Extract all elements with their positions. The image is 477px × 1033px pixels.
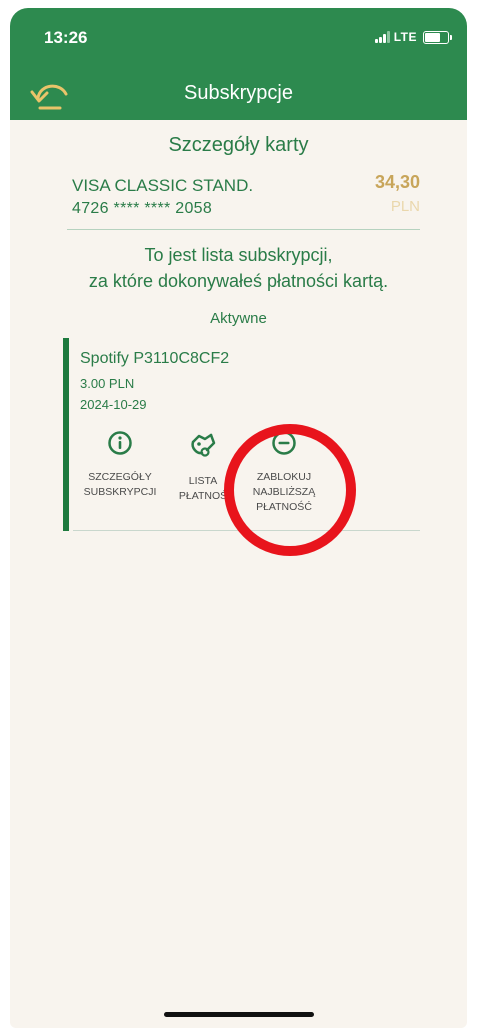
info-icon [108,431,132,455]
divider [67,229,420,230]
payment-list-button[interactable]: LISTA PŁATNOŚ [163,430,243,504]
card-currency: PLN [390,198,420,215]
block-next-payment-label: ZABLOKUJ NAJBLIŻSZĄ PŁATNOŚĆ [252,471,316,513]
card-name: VISA CLASSIC STAND. [72,176,254,195]
subscription-details-button[interactable]: SZCZEGÓŁY SUBSKRYPCJI [77,430,163,500]
network-type: LTE [393,30,417,44]
subscription-amount: 3.00 PLN [80,376,135,391]
home-indicator[interactable] [164,1012,314,1017]
payment-list-label: LISTA PŁATNOŚ [178,475,228,502]
info-line-1: To jest lista subskrypcji, [144,245,333,265]
phone-screen: 13:26 LTE Subskrypcje Szczegóły karty VI… [10,8,467,1028]
subscription-accent-bar [63,338,69,531]
block-icon [272,431,296,455]
battery-icon [423,30,452,44]
status-indicators: LTE [374,30,452,44]
subscription-name: Spotify P3110C8CF2 [80,350,230,367]
subscription-date: 2024-10-29 [80,397,147,412]
signal-icon [374,31,390,43]
active-section-label: Aktywne [210,310,267,327]
block-next-payment-button[interactable]: ZABLOKUJ NAJBLIŻSZĄ PŁATNOŚĆ [243,430,325,515]
status-time: 13:26 [44,28,88,47]
card-balance: 34,30 [374,172,420,192]
subscription-details-label: SZCZEGÓŁY SUBSKRYPCJI [83,471,157,498]
info-text: To jest lista subskrypcji, za które doko… [10,242,467,294]
page-title: Subskrypcje [184,82,293,104]
app-header: 13:26 LTE Subskrypcje [10,8,467,120]
card-number: 4726 **** **** 2058 [72,200,213,217]
info-line-2: za które dokonywałeś płatności kartą. [88,271,389,291]
subscription-card: Spotify P3110C8CF2 3.00 PLN 2024-10-29 S… [63,338,420,531]
payment-list-icon [191,433,216,457]
card-details-title: Szczegóły karty [168,134,309,156]
divider [73,530,420,531]
